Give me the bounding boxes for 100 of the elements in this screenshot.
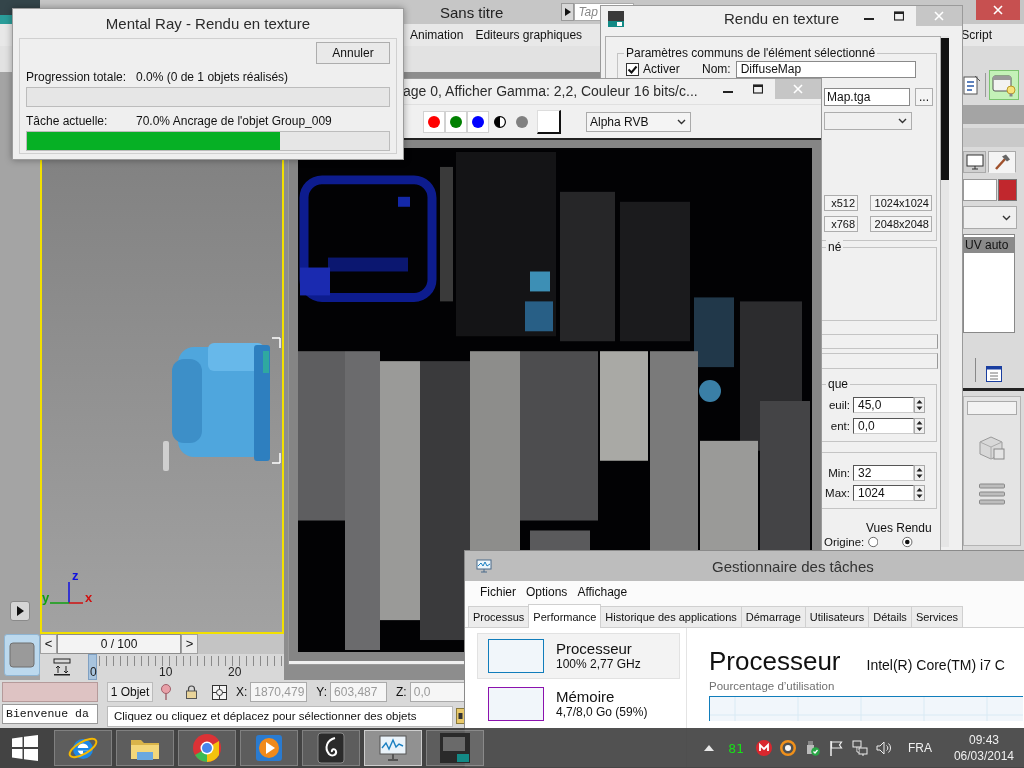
menu-item[interactable]: Fichier — [475, 585, 521, 599]
language-indicator[interactable]: FRA — [907, 741, 932, 755]
taskbar-button[interactable] — [302, 730, 360, 766]
chevron-down-icon — [898, 118, 907, 124]
panel-tab[interactable] — [988, 151, 1016, 173]
circle-logo-icon[interactable] — [755, 740, 772, 756]
resource-card[interactable]: Processeur 100% 2,77 GHz — [477, 633, 680, 679]
checklist-icon[interactable] — [963, 74, 981, 96]
padlock-icon[interactable] — [186, 685, 197, 699]
number-field[interactable]: 45,0 — [853, 397, 914, 413]
monitor-graph-icon — [377, 732, 409, 764]
crosshair-icon[interactable] — [212, 684, 227, 700]
size-button[interactable]: 2048x2048 — [870, 216, 932, 232]
size-button[interactable]: x512 — [824, 195, 858, 211]
window-title: Gestionnaire des tâches — [712, 557, 874, 575]
close-button[interactable] — [976, 0, 1020, 20]
next-frame-button[interactable]: > — [181, 634, 198, 654]
resource-name: Mémoire — [556, 688, 616, 705]
clock-time[interactable]: 09:43 — [968, 732, 999, 748]
field-label: Min: — [828, 467, 850, 479]
expand-button[interactable] — [561, 3, 575, 21]
processor-model: Intel(R) Core(TM) i7 C — [866, 657, 1005, 673]
tab[interactable]: Processus — [468, 606, 530, 627]
chevron-down-icon — [677, 118, 686, 125]
window-title: Sans titre — [440, 3, 504, 21]
selection-count: 1 Objet — [107, 682, 153, 702]
field-label: Origine: — [824, 536, 866, 548]
triangle-right-icon — [564, 8, 571, 16]
file-field[interactable]: Map.tga — [824, 88, 910, 106]
speaker-icon[interactable] — [875, 740, 892, 756]
tab[interactable]: Démarrage — [740, 606, 806, 627]
object-name-field[interactable] — [963, 179, 997, 201]
spinner-button[interactable] — [914, 485, 925, 501]
menu-item[interactable]: Options — [521, 585, 573, 599]
tab[interactable]: Services — [910, 606, 964, 627]
radio-button[interactable] — [902, 536, 913, 548]
segmented-ball-icon — [191, 732, 223, 764]
cancel-button[interactable]: Annuler — [316, 42, 390, 64]
flag-icon[interactable] — [827, 740, 844, 756]
tab[interactable]: Historique des applications — [600, 606, 742, 627]
panel-tab[interactable] — [963, 151, 986, 173]
window-title: Rendu en texture — [723, 9, 840, 29]
play-button[interactable] — [10, 601, 30, 621]
monitor-icon — [965, 154, 984, 170]
chevron-down-icon — [1002, 214, 1011, 221]
color-swatch[interactable] — [998, 179, 1017, 201]
resource-detail: 4,7/8,0 Go (59%) — [556, 705, 648, 720]
channel-toggle[interactable] — [423, 110, 445, 133]
resource-heading: Processeur — [709, 646, 841, 676]
layout-button[interactable] — [4, 634, 40, 676]
size-button[interactable]: 1024x1024 — [870, 195, 932, 211]
key-filter-icon[interactable] — [53, 658, 71, 676]
group-title: Paramètres communs de l'élément sélectionné — [624, 46, 878, 60]
script-output-field: Bienvenue da — [2, 704, 98, 724]
menu-item[interactable]: Animation — [404, 28, 470, 42]
previous-frame-button[interactable]: < — [40, 634, 57, 654]
browse-button[interactable]: ... — [915, 88, 933, 106]
menu-item[interactable]: Affichage — [572, 585, 633, 599]
checkbox[interactable] — [626, 62, 639, 76]
channel-toggle[interactable] — [445, 110, 467, 133]
timeline-ruler[interactable]: 0 10 20 — [88, 654, 284, 680]
caret-up-icon[interactable] — [704, 745, 715, 751]
tray-counter[interactable]: 81 — [728, 740, 744, 756]
close-icon — [793, 84, 803, 94]
coordinate-label: Z: — [396, 685, 407, 699]
half-circle-icon — [494, 115, 506, 128]
field-label: euil: — [828, 399, 850, 411]
frame-marker[interactable] — [88, 654, 97, 680]
taskbar-button[interactable] — [240, 730, 298, 766]
number-field[interactable]: 1024 — [853, 485, 914, 501]
channel-dropdown[interactable]: Alpha RVB — [586, 111, 691, 132]
spinner-button[interactable] — [914, 418, 925, 434]
spinner-button[interactable] — [914, 465, 925, 481]
channel-toggle[interactable] — [467, 110, 489, 133]
ring-logo-icon[interactable] — [779, 740, 796, 756]
name-field[interactable]: DiffuseMap — [735, 60, 916, 78]
tab[interactable]: Détails — [868, 606, 912, 627]
spinner-button[interactable] — [914, 397, 925, 413]
grid-window-icon[interactable] — [986, 366, 1002, 382]
number-field[interactable]: 32 — [853, 465, 914, 481]
number-field[interactable]: 0,0 — [853, 418, 914, 434]
size-button[interactable]: x768 — [824, 216, 858, 232]
maximize-icon — [753, 84, 763, 94]
up-down-arrows-icon — [916, 420, 923, 432]
network-icon[interactable] — [851, 740, 868, 756]
graph-label: Pourcentage d’utilisation — [709, 680, 836, 692]
scrollbar[interactable] — [941, 36, 949, 547]
resource-card[interactable]: Mémoire 4,7/8,0 Go (59%) — [477, 681, 680, 727]
scrollbar-thumb[interactable] — [941, 38, 949, 180]
menu-item[interactable]: Editeurs graphiques — [469, 28, 589, 42]
frame-number: 0 — [90, 666, 97, 679]
script-input-field[interactable] — [2, 682, 98, 702]
axis-tripod-icon — [50, 582, 83, 604]
tab[interactable]: Utilisateurs — [804, 606, 870, 627]
tab[interactable]: Performance — [528, 604, 602, 628]
radio-button[interactable] — [867, 536, 879, 548]
pin-icon[interactable] — [161, 684, 171, 700]
clock-date[interactable]: 06/03/2014 — [953, 748, 1014, 764]
list-item[interactable]: UV auto — [964, 237, 1014, 253]
time-slider-thumb[interactable]: 0 / 100 — [57, 634, 181, 654]
